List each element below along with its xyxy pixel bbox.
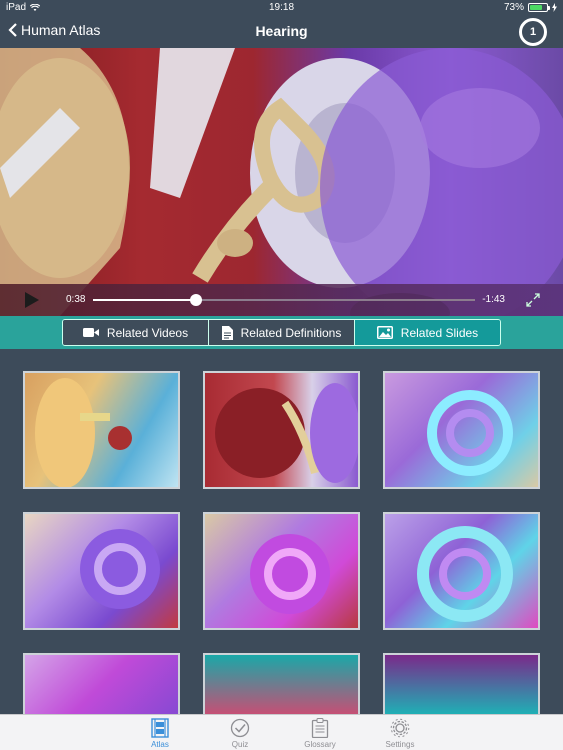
tab-label: Settings — [385, 740, 415, 749]
tab-quiz[interactable]: Quiz — [200, 715, 280, 750]
slide-thumbnail[interactable] — [23, 653, 180, 714]
tab-glossary[interactable]: Glossary — [280, 715, 360, 750]
related-segmented-control: Related Videos Related Definitions Relat… — [62, 319, 501, 346]
segment-related-definitions[interactable]: Related Definitions — [209, 320, 355, 345]
segment-label: Related Slides — [400, 325, 479, 340]
video-player[interactable] — [0, 48, 563, 316]
slide-illustration — [250, 534, 330, 614]
navigation-bar: Human Atlas Hearing 1 — [0, 16, 563, 48]
video-frame-illustration — [0, 48, 563, 316]
slide-illustration — [215, 383, 358, 483]
play-button[interactable] — [25, 292, 39, 308]
segment-label: Related Videos — [106, 325, 189, 340]
slide-thumbnail[interactable] — [383, 653, 540, 714]
status-time: 19:18 — [268, 2, 295, 13]
tab-label: Atlas — [151, 740, 169, 749]
slide-thumbnail[interactable] — [203, 653, 360, 714]
count-badge-button[interactable]: 1 — [519, 18, 547, 46]
slide-thumbnail[interactable] — [383, 371, 540, 489]
segment-label: Related Definitions — [240, 325, 342, 340]
segment-related-videos[interactable]: Related Videos — [63, 320, 209, 345]
tab-settings[interactable]: Settings — [360, 715, 440, 750]
battery-percent: 73% — [503, 2, 524, 13]
slide-thumbnail[interactable] — [203, 371, 360, 489]
document-icon — [221, 325, 233, 340]
tab-label: Quiz — [231, 740, 249, 749]
slide-illustration — [417, 526, 513, 622]
video-camera-icon — [82, 328, 99, 337]
time-elapsed: 0:38 — [66, 294, 86, 305]
image-icon — [376, 326, 393, 339]
fullscreen-icon[interactable] — [525, 292, 541, 308]
battery-icon — [528, 3, 550, 12]
slide-thumbnail[interactable] — [23, 371, 180, 489]
scrubber-knob[interactable] — [190, 294, 203, 306]
tab-label: Glossary — [304, 740, 336, 749]
tab-bar: Atlas Quiz Glossary Settings — [0, 714, 563, 750]
slides-grid — [0, 349, 563, 714]
slide-thumbnail[interactable] — [23, 512, 180, 630]
slide-illustration — [35, 378, 132, 487]
slide-thumbnail[interactable] — [383, 512, 540, 630]
video-scrubber[interactable] — [93, 294, 475, 306]
page-title: Hearing — [255, 23, 308, 39]
film-icon — [151, 718, 169, 738]
clipboard-icon — [311, 718, 329, 738]
slide-thumbnail[interactable] — [203, 512, 360, 630]
time-remaining: -1:43 — [482, 294, 505, 305]
video-controls: 0:38 -1:43 — [0, 284, 563, 316]
checkmark-circle-icon — [230, 718, 250, 738]
related-content-bar: Related Videos Related Definitions Relat… — [0, 316, 563, 349]
slide-illustration — [427, 390, 513, 476]
tab-atlas[interactable]: Atlas — [120, 715, 200, 750]
segment-related-slides[interactable]: Related Slides — [355, 320, 500, 345]
scrubber-played-track — [93, 299, 197, 301]
charging-bolt-icon — [552, 3, 557, 12]
status-right: 73% — [504, 2, 557, 13]
gear-icon — [390, 718, 410, 738]
slide-illustration — [80, 529, 160, 609]
status-bar: iPad 19:18 73% — [0, 0, 563, 16]
